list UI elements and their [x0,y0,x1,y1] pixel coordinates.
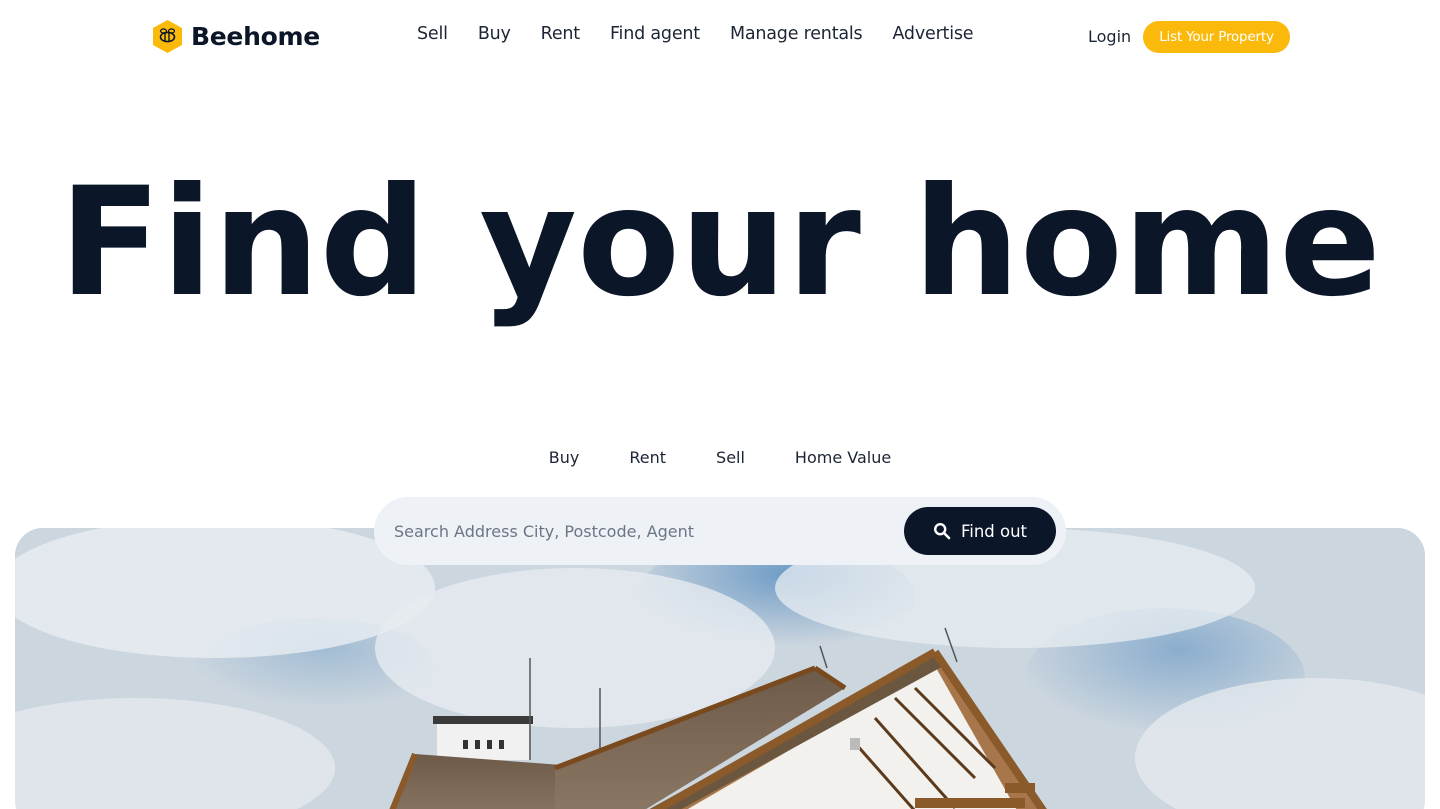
find-out-label: Find out [960,521,1028,541]
logo[interactable]: Beehome [150,19,320,54]
find-out-button[interactable]: Find out [904,507,1056,555]
bee-icon [150,19,185,54]
tab-home-value[interactable]: Home Value [795,448,891,467]
brand-name: Beehome [191,22,320,51]
nav-item-find-agent[interactable]: Find agent [610,24,700,44]
search-bar: Find out [374,497,1066,565]
nav-item-sell[interactable]: Sell [417,24,448,44]
nav-item-advertise[interactable]: Advertise [892,24,973,44]
search-tabs: Buy Rent Sell Home Value [0,448,1440,467]
main-nav: Sell Buy Rent Find agent Manage rentals … [417,24,974,44]
search-input[interactable] [394,519,874,543]
tab-buy[interactable]: Buy [549,448,580,467]
tab-sell[interactable]: Sell [716,448,745,467]
house-illustration [15,528,1425,809]
login-link[interactable]: Login [1088,27,1131,46]
nav-item-rent[interactable]: Rent [541,24,580,44]
hero-house-image [15,528,1425,809]
header: Beehome Sell Buy Rent Find agent Manage … [0,0,1440,74]
nav-item-buy[interactable]: Buy [478,24,511,44]
list-property-button[interactable]: List Your Property [1143,21,1290,53]
nav-item-manage-rentals[interactable]: Manage rentals [730,24,863,44]
search-icon [933,522,951,540]
hero-title: Find your home [59,156,1381,330]
tab-rent[interactable]: Rent [629,448,666,467]
